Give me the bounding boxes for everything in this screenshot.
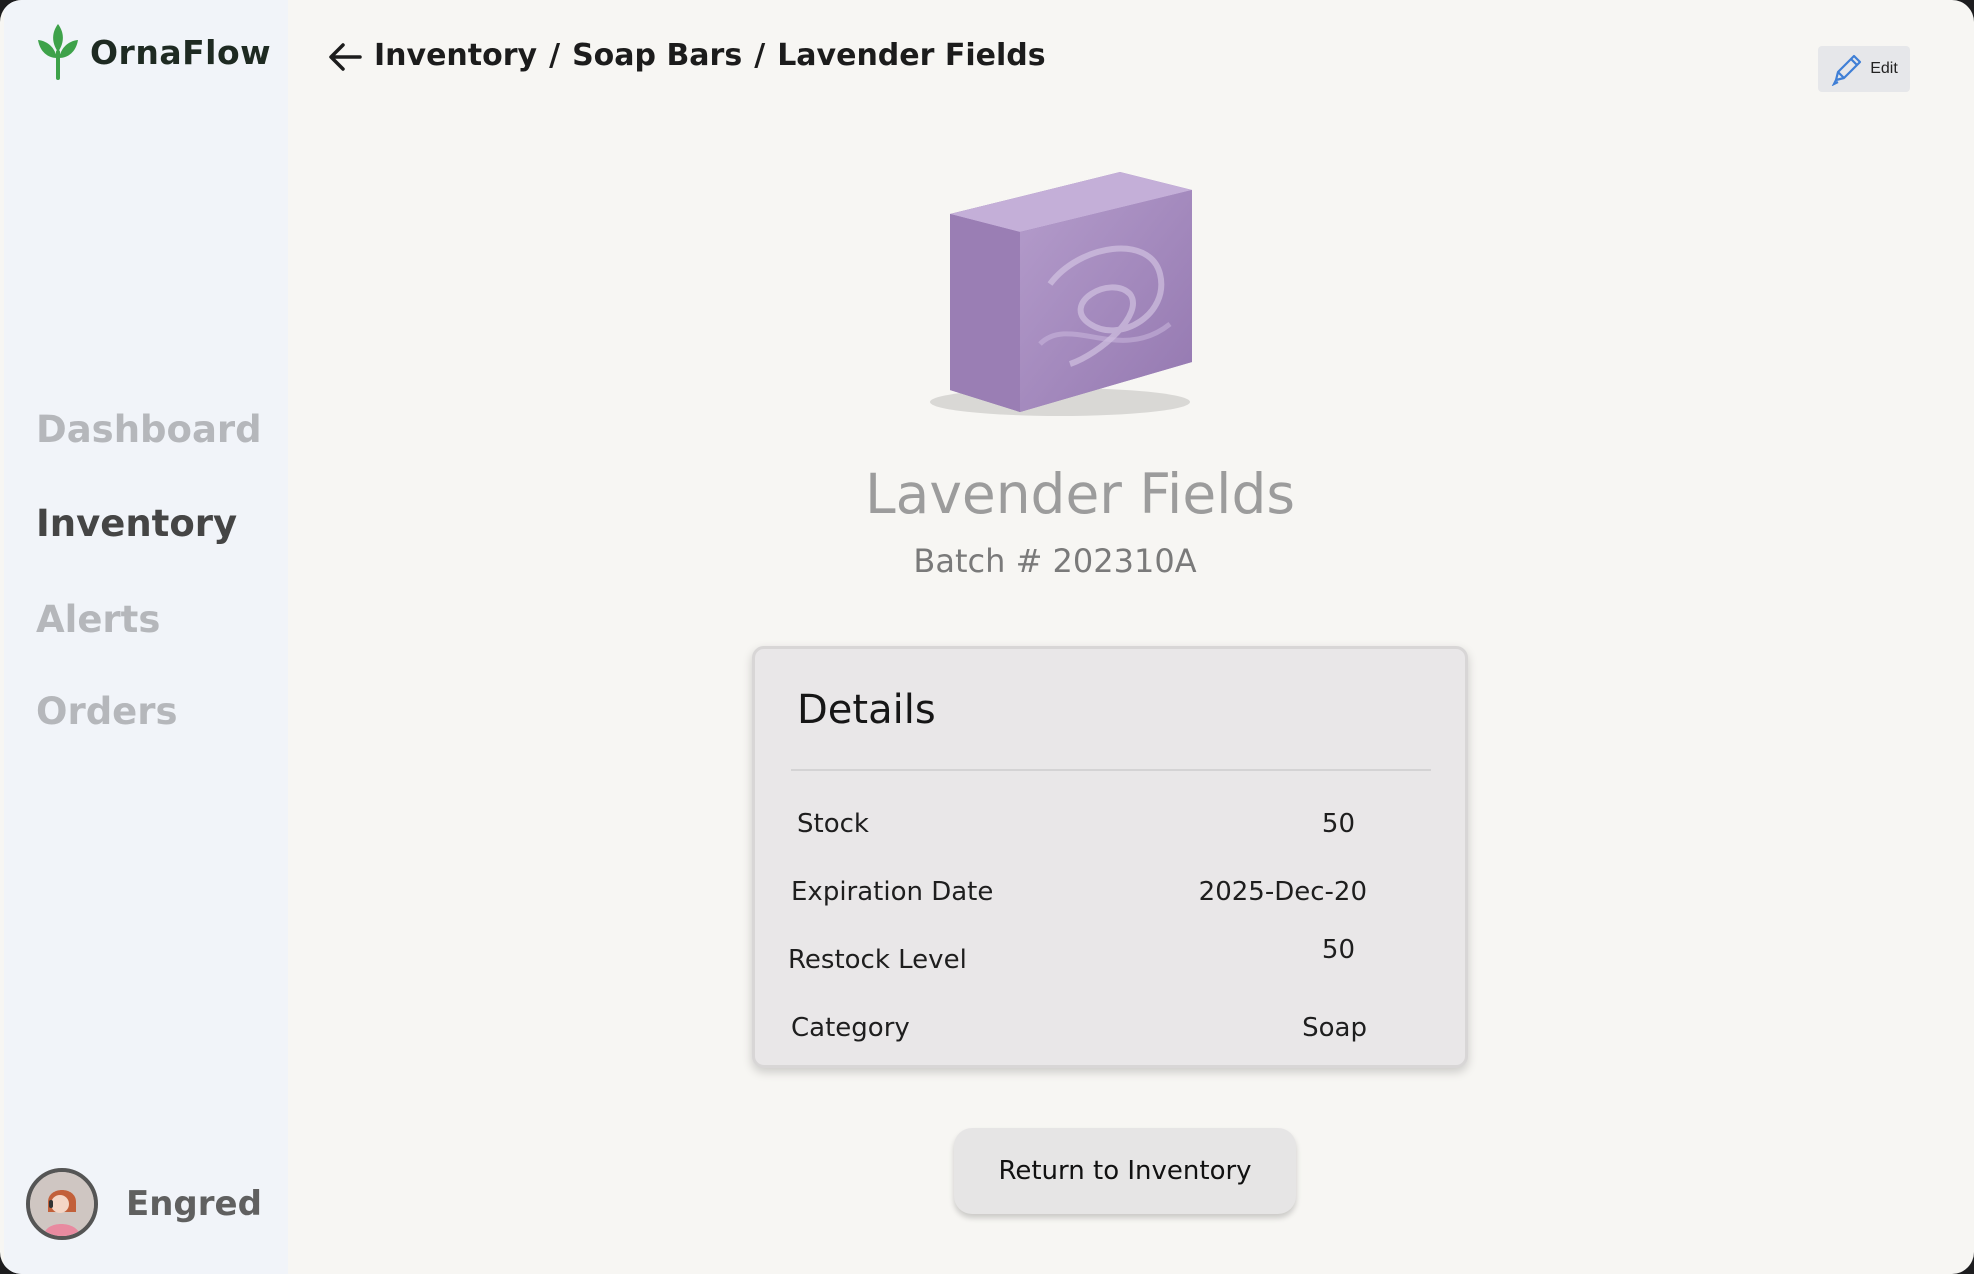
user-name: Engred	[126, 1184, 262, 1224]
details-title: Details	[797, 687, 936, 733]
breadcrumb-separator: /	[754, 38, 766, 73]
breadcrumb-current: Lavender Fields	[777, 38, 1046, 73]
return-to-inventory-button[interactable]: Return to Inventory	[954, 1128, 1296, 1214]
detail-label-category: Category	[791, 1013, 910, 1043]
app-window: OrnaFlow Dashboard Inventory Alerts Orde…	[0, 0, 1974, 1274]
detail-label-expiration-date: Expiration Date	[791, 877, 994, 907]
batch-number: Batch # 202310A	[913, 542, 1197, 580]
breadcrumb-soap-bars[interactable]: Soap Bars	[572, 38, 742, 73]
user-profile[interactable]: Engred	[26, 1168, 262, 1240]
breadcrumb: Inventory / Soap Bars / Lavender Fields	[374, 38, 1046, 73]
breadcrumb-separator: /	[549, 38, 561, 73]
sidebar-item-alerts[interactable]: Alerts	[36, 598, 160, 641]
edit-label: Edit	[1870, 60, 1898, 77]
arrow-left-icon	[329, 43, 362, 71]
detail-value-category: Soap	[1302, 1013, 1367, 1043]
sidebar-item-dashboard[interactable]: Dashboard	[36, 408, 262, 451]
logo[interactable]: OrnaFlow	[34, 22, 271, 82]
pencil-icon	[1831, 54, 1862, 86]
leaf-logo-icon	[38, 24, 78, 80]
detail-label-restock-level: Restock Level	[788, 945, 967, 975]
sidebar-item-orders[interactable]: Orders	[36, 690, 178, 733]
divider	[791, 769, 1431, 771]
product-name: Lavender Fields	[864, 462, 1296, 526]
sidebar: OrnaFlow Dashboard Inventory Alerts Orde…	[4, 0, 288, 1274]
details-card: Details Stock 50 Expiration Date 2025-De…	[752, 646, 1468, 1068]
avatar[interactable]	[26, 1168, 98, 1240]
breadcrumb-inventory[interactable]: Inventory	[374, 38, 537, 73]
detail-label-stock: Stock	[797, 809, 869, 839]
soap-bar-image	[930, 172, 1192, 416]
edit-button[interactable]: Edit	[1818, 46, 1910, 92]
detail-value-restock-level: 50	[1321, 935, 1355, 965]
detail-value-stock: 50	[1321, 809, 1355, 839]
app-name: OrnaFlow	[90, 32, 272, 72]
back-button[interactable]	[322, 32, 368, 82]
sidebar-item-inventory[interactable]: Inventory	[36, 502, 237, 545]
user-avatar-icon	[30, 1172, 94, 1236]
detail-value-expiration-date: 2025-Dec-20	[1198, 877, 1367, 907]
